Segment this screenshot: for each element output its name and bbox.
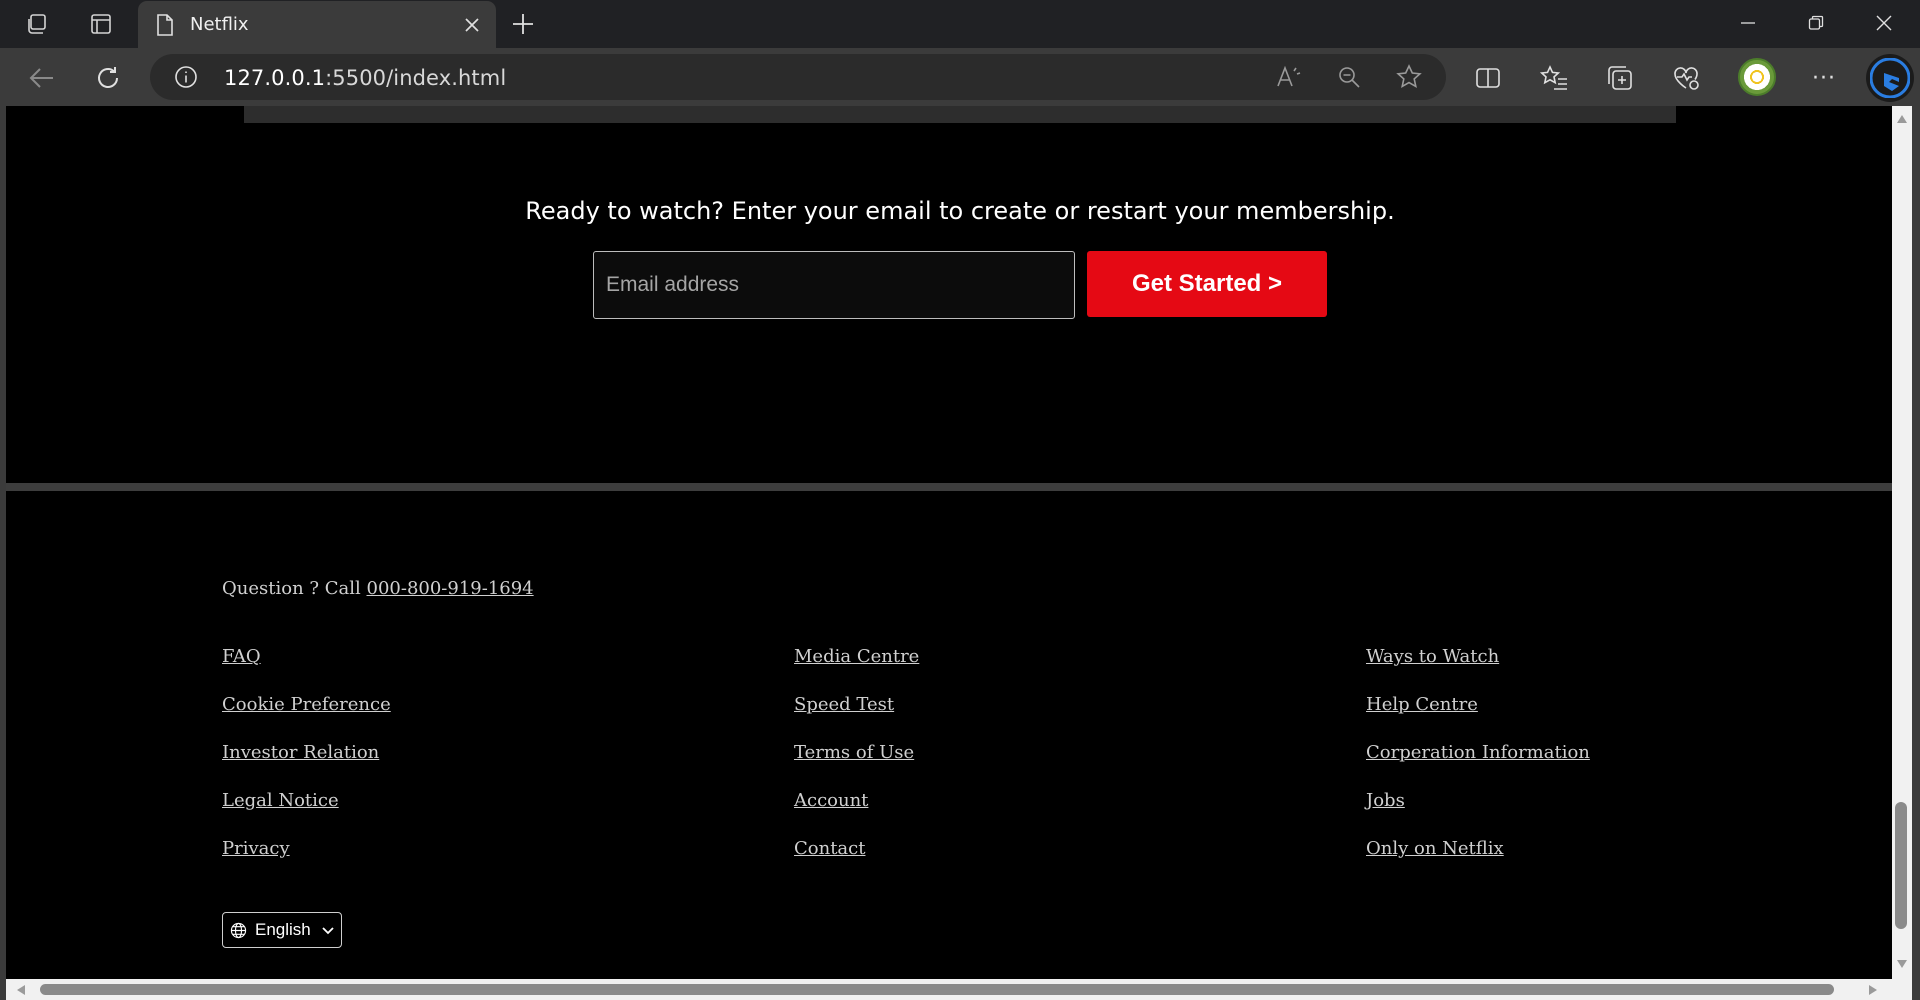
tab-title: Netflix — [190, 14, 249, 35]
browser-window: Netflix 127.0.0.1:5500/index.html ··· Re… — [0, 0, 1920, 1000]
restore-icon[interactable] — [1782, 0, 1850, 46]
url-path: :5500/index.html — [325, 66, 507, 90]
scroll-down-icon[interactable] — [1895, 957, 1909, 971]
footer-link-only-on-netflix[interactable]: Only on Netflix — [1366, 838, 1590, 886]
collections-icon[interactable] — [1602, 60, 1638, 96]
contact-line: Question ? Call 000-800-919-1694 — [222, 578, 534, 599]
page-icon — [154, 13, 176, 36]
footer-link-help-centre[interactable]: Help Centre — [1366, 694, 1590, 742]
tab-actions-icon[interactable] — [86, 9, 116, 39]
globe-icon — [230, 922, 247, 938]
scroll-right-icon[interactable] — [1866, 983, 1880, 997]
zoom-out-icon[interactable] — [1334, 62, 1364, 92]
footer-column-2: Media Centre Speed Test Terms of Use Acc… — [794, 646, 919, 886]
profile-avatar[interactable] — [1738, 58, 1776, 96]
language-label: English — [255, 920, 311, 939]
footer-link-contact[interactable]: Contact — [794, 838, 919, 886]
vertical-scroll-thumb[interactable] — [1895, 802, 1907, 929]
address-bar[interactable]: 127.0.0.1:5500/index.html — [150, 54, 1446, 100]
url-text: 127.0.0.1:5500/index.html — [224, 66, 506, 90]
tab-close-icon[interactable] — [454, 7, 490, 43]
window-close-icon[interactable] — [1850, 0, 1918, 46]
footer-link-ways-to-watch[interactable]: Ways to Watch — [1366, 646, 1590, 694]
more-icon[interactable]: ··· — [1806, 60, 1842, 96]
scroll-left-icon[interactable] — [14, 983, 28, 997]
new-tab-icon[interactable] — [508, 9, 538, 39]
footer-link-speed-test[interactable]: Speed Test — [794, 694, 919, 742]
faq-section-bottom — [244, 106, 1676, 123]
horizontal-scroll-thumb[interactable] — [40, 984, 1834, 995]
get-started-button[interactable]: Get Started > — [1087, 251, 1327, 317]
footer-link-corporation-information[interactable]: Corperation Information — [1366, 742, 1590, 790]
window-edge-right — [1912, 106, 1920, 1000]
phone-link[interactable]: 000-800-919-1694 — [367, 578, 534, 599]
language-select[interactable]: English — [222, 912, 342, 948]
browser-essentials-icon[interactable] — [1668, 60, 1704, 96]
footer-link-cookie-preference[interactable]: Cookie Preference — [222, 694, 391, 742]
membership-prompt: Ready to watch? Enter your email to crea… — [525, 197, 1395, 225]
footer-link-terms-of-use[interactable]: Terms of Use — [794, 742, 919, 790]
footer-column-1: FAQ Cookie Preference Investor Relation … — [222, 646, 391, 886]
footer-link-investor-relation[interactable]: Investor Relation — [222, 742, 391, 790]
section-divider — [6, 483, 1892, 491]
split-screen-icon[interactable] — [1470, 60, 1506, 96]
scroll-up-icon[interactable] — [1895, 112, 1909, 126]
workspaces-icon[interactable] — [22, 9, 52, 39]
copilot-icon[interactable] — [1866, 54, 1914, 102]
footer-link-faq[interactable]: FAQ — [222, 646, 391, 694]
browser-toolbar: 127.0.0.1:5500/index.html ··· — [0, 48, 1920, 106]
refresh-icon[interactable] — [90, 60, 126, 96]
back-icon[interactable] — [24, 60, 60, 96]
footer-link-account[interactable]: Account — [794, 790, 919, 838]
chevron-down-icon — [322, 927, 334, 935]
footer-link-legal-notice[interactable]: Legal Notice — [222, 790, 391, 838]
footer-link-jobs[interactable]: Jobs — [1366, 790, 1590, 838]
footer-link-privacy[interactable]: Privacy — [222, 838, 391, 886]
read-aloud-icon[interactable] — [1274, 62, 1304, 92]
email-input[interactable] — [593, 251, 1075, 319]
favorite-star-icon[interactable] — [1394, 62, 1424, 92]
tab-netflix[interactable]: Netflix — [138, 1, 496, 48]
page-viewport: Ready to watch? Enter your email to crea… — [6, 106, 1892, 979]
footer-link-media-centre[interactable]: Media Centre — [794, 646, 919, 694]
tab-strip: Netflix — [0, 0, 1920, 48]
favorites-icon[interactable] — [1536, 60, 1572, 96]
footer-column-3: Ways to Watch Help Centre Corperation In… — [1366, 646, 1590, 886]
url-host: 127.0.0.1 — [224, 66, 326, 90]
site-info-icon[interactable] — [174, 65, 198, 89]
question-prefix: Question ? Call — [222, 578, 367, 599]
minimize-icon[interactable] — [1714, 0, 1782, 46]
